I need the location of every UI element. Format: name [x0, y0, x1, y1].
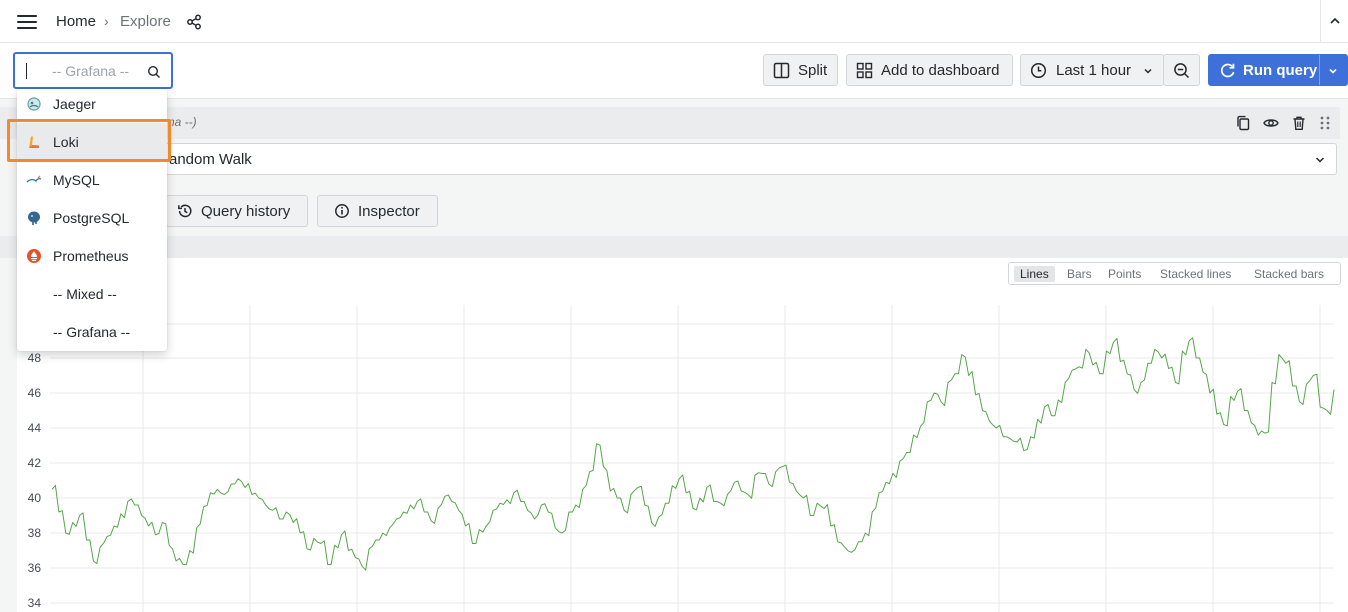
y-tick-label: 42 — [28, 456, 42, 470]
y-tick-label: 40 — [28, 491, 42, 505]
y-tick-label: 38 — [28, 526, 42, 540]
datasource-option-label: Jaeger — [53, 96, 96, 112]
y-tick-label: 46 — [28, 386, 42, 400]
datasource-option-prometheus[interactable]: Prometheus — [17, 237, 167, 275]
y-tick-label: 44 — [28, 421, 42, 435]
datasource-option-jaeger[interactable]: Jaeger — [17, 85, 167, 123]
loki-highlight-annotation — [7, 119, 171, 162]
y-tick-label: 48 — [28, 351, 42, 365]
datasource-option-grafana[interactable]: -- Grafana -- — [17, 313, 167, 351]
datasource-option-postgresql[interactable]: PostgreSQL — [17, 199, 167, 237]
datasource-option-label: -- Grafana -- — [53, 324, 131, 340]
datasource-option-label: MySQL — [53, 172, 100, 188]
jaeger-icon — [27, 97, 41, 111]
postgresql-icon — [28, 211, 40, 225]
y-tick-label: 34 — [28, 596, 42, 610]
y-tick-label: 36 — [28, 561, 42, 575]
datasource-option-label: -- Mixed -- — [53, 286, 117, 302]
datasource-option-mixed[interactable]: -- Mixed -- — [17, 275, 167, 313]
mysql-icon — [26, 175, 42, 183]
datasource-option-label: PostgreSQL — [53, 210, 130, 226]
prometheus-icon — [27, 249, 41, 263]
datasource-option-mysql[interactable]: MySQL — [17, 161, 167, 199]
time-series-chart: 34 36 38 40 42 44 46 48 — [28, 305, 1335, 612]
series-line — [51, 337, 1335, 571]
datasource-option-label: Prometheus — [53, 248, 129, 264]
